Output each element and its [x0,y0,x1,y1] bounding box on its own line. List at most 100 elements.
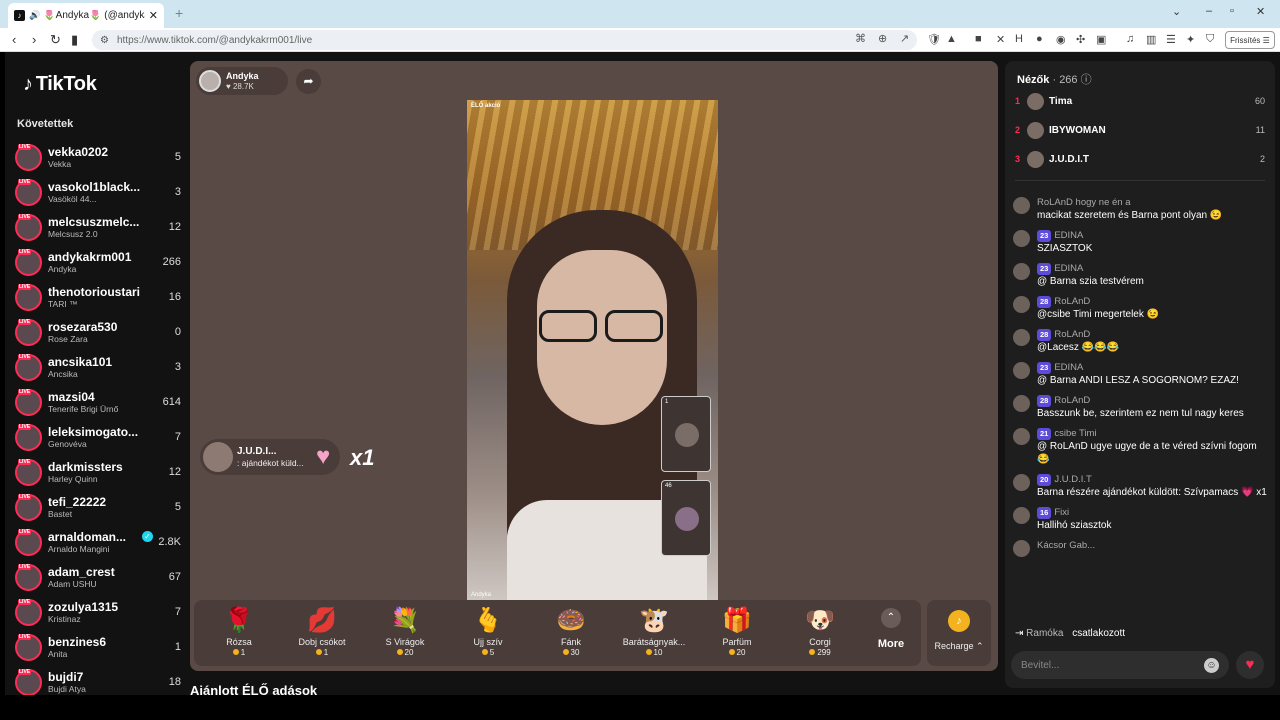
address-bar[interactable]: ⚙ https://www.tiktok.com/@andykakrm001/l… [92,30,917,50]
close-window-button[interactable]: ✕ [1256,5,1265,18]
share-button[interactable]: ➦ [296,69,321,94]
brave-shield-icon[interactable]: 🛡 [927,33,941,46]
maximize-button[interactable]: ▫ [1230,5,1234,17]
extension-x-icon[interactable]: ✕ [996,33,1005,46]
following-avatar[interactable]: LIVE [15,354,42,381]
following-avatar[interactable]: LIVE [15,424,42,451]
puzzle-icon[interactable]: ✣ [1076,33,1085,46]
following-avatar[interactable]: LIVE [15,144,42,171]
following-avatar[interactable]: LIVE [15,389,42,416]
following-item[interactable]: LIVE zozulya1315 Kristinaz 7 [15,595,185,630]
back-icon[interactable]: ‹ [12,32,16,47]
chat-avatar[interactable] [1013,395,1030,412]
reading-list-icon[interactable]: ☰ [1166,33,1176,46]
chat-avatar[interactable] [1013,296,1030,313]
following-avatar[interactable]: LIVE [15,669,42,695]
viewers-title[interactable]: Nézők · 266 ⓘ [1017,71,1092,87]
rewards-icon[interactable]: ▲ [946,33,957,45]
gift-item[interactable]: 🐶 Corgi 299 [779,606,861,658]
emoji-icon[interactable]: ☺ [1204,658,1219,673]
gift-item[interactable]: 💋 Dobj csókot 1 [281,606,363,658]
following-item[interactable]: LIVE benzines6 Anita 1 [15,630,185,665]
more-gifts-button[interactable]: ⌃ More [871,608,911,650]
chat-author[interactable]: 21 csibe Timi [1037,428,1268,440]
top-viewer-row[interactable]: 1 Tima 60 [1015,91,1265,111]
extension-g-icon[interactable]: ◉ [1056,33,1066,46]
new-tab-button[interactable]: + [175,5,183,21]
gift-item[interactable]: 🫰 Ujj szív 5 [447,606,529,658]
guest-window-1[interactable]: 1 [661,396,711,472]
tab-search-icon[interactable]: ⌄ [1172,5,1181,18]
chat-author[interactable]: 23 EDINA [1037,263,1268,275]
gift-item[interactable]: 🐮 Barátságnyak... 10 [613,606,695,658]
close-tab-icon[interactable]: ✕ [149,9,158,22]
following-avatar[interactable]: LIVE [15,459,42,486]
following-item[interactable]: LIVE ancsika101 Ancsika 3 [15,350,185,385]
forward-icon[interactable]: › [32,32,36,47]
chat-avatar[interactable] [1013,428,1030,445]
following-avatar[interactable]: LIVE [15,179,42,206]
chat-author[interactable]: 23 EDINA [1037,362,1268,374]
host-avatar[interactable] [199,70,221,92]
following-avatar[interactable]: LIVE [15,214,42,241]
media-icon[interactable]: ♫ [1126,33,1134,45]
following-avatar[interactable]: LIVE [15,599,42,626]
following-item[interactable]: LIVE arnaldoman... Arnaldo Mangini ✓ 2.8K [15,525,185,560]
tiktok-logo[interactable]: ♪ TikTok [23,73,97,96]
speaker-icon[interactable]: 🔊 [29,10,40,21]
following-item[interactable]: LIVE darkmissters Harley Quinn 12 [15,455,185,490]
following-item[interactable]: LIVE adam_crest Adam USHU 67 [15,560,185,595]
translate-icon[interactable]: ⌘ [855,32,866,45]
chat-author[interactable]: 16 Fixi [1037,507,1268,519]
chat-avatar[interactable] [1013,362,1030,379]
gift-item[interactable]: 🎁 Parfüm 20 [696,606,778,658]
following-avatar[interactable]: LIVE [15,634,42,661]
extension-circle-icon[interactable]: ● [1036,33,1043,45]
gift-item[interactable]: 🍩 Fánk 30 [530,606,612,658]
chat-input[interactable]: Bevitel... [1011,651,1229,679]
guest-window-2[interactable]: 46 [661,480,711,556]
chat-avatar[interactable] [1013,263,1030,280]
following-avatar[interactable]: LIVE [15,284,42,311]
following-avatar[interactable]: LIVE [15,249,42,276]
chat-avatar[interactable] [1013,507,1030,524]
chat-avatar[interactable] [1013,329,1030,346]
browser-tab[interactable]: ♪ 🔊 🌷Andyka🌷 (@andykakrm0... ✕ [8,3,164,28]
minimize-button[interactable]: – [1206,5,1212,17]
zoom-icon[interactable]: ⊕ [878,32,887,45]
site-info-icon[interactable]: ⚙ [100,35,109,46]
host-info[interactable]: Andyka ♥ 28.7K [196,67,288,95]
chat-author[interactable]: Kácsor Gab... [1037,540,1268,552]
recharge-button[interactable]: ♪ Recharge ⌃ [927,600,991,666]
chat-avatar[interactable] [1013,474,1030,491]
following-item[interactable]: LIVE tefi_22222 Bastet 5 [15,490,185,525]
bookmark-icon[interactable]: ▮ [71,32,78,48]
viewer-avatar[interactable] [1027,121,1044,139]
chat-avatar[interactable] [1013,230,1030,247]
sidebar-icon[interactable]: ▥ [1146,33,1156,46]
leo-ai-icon[interactable]: ✦ [1186,33,1195,46]
gift-item[interactable]: 💐 S Virágok 20 [364,606,446,658]
following-item[interactable]: LIVE vasokol1black... Vasököl 44... 3 [15,175,185,210]
following-avatar[interactable]: LIVE [15,564,42,591]
vpn-icon[interactable]: ⛉ [1206,33,1214,46]
refresh-update-button[interactable]: Frissítés ☰ [1225,31,1275,49]
chat-author[interactable]: 28 RoLAnD [1037,329,1268,341]
chat-avatar[interactable] [1013,197,1030,214]
tab-group-icon[interactable]: ▣ [1096,33,1106,46]
reload-icon[interactable]: ↻ [50,32,61,48]
following-item[interactable]: LIVE andykakrm001 Andyka 266 [15,245,185,280]
info-icon[interactable]: ⓘ [1081,74,1092,86]
following-item[interactable]: LIVE leleksimogato... Genovéva 7 [15,420,185,455]
following-item[interactable]: LIVE rosezara530 Rose Zara 0 [15,315,185,350]
share-icon[interactable]: ↗ [900,32,909,45]
following-item[interactable]: LIVE bujdi7 Bujdi Atya 18 [15,665,185,695]
chat-avatar[interactable] [1013,540,1030,557]
following-avatar[interactable]: LIVE [15,494,42,521]
following-avatar[interactable]: LIVE [15,319,42,346]
chat-author[interactable]: RoLAnD hogy ne én a [1037,197,1268,209]
extension-icon[interactable]: ■ [975,33,982,45]
top-viewer-row[interactable]: 2 IBYWOMAN 11 [1015,120,1265,140]
gift-item[interactable]: 🌹 Rózsa 1 [198,606,280,658]
like-heart-button[interactable]: ♥ [1236,651,1264,679]
